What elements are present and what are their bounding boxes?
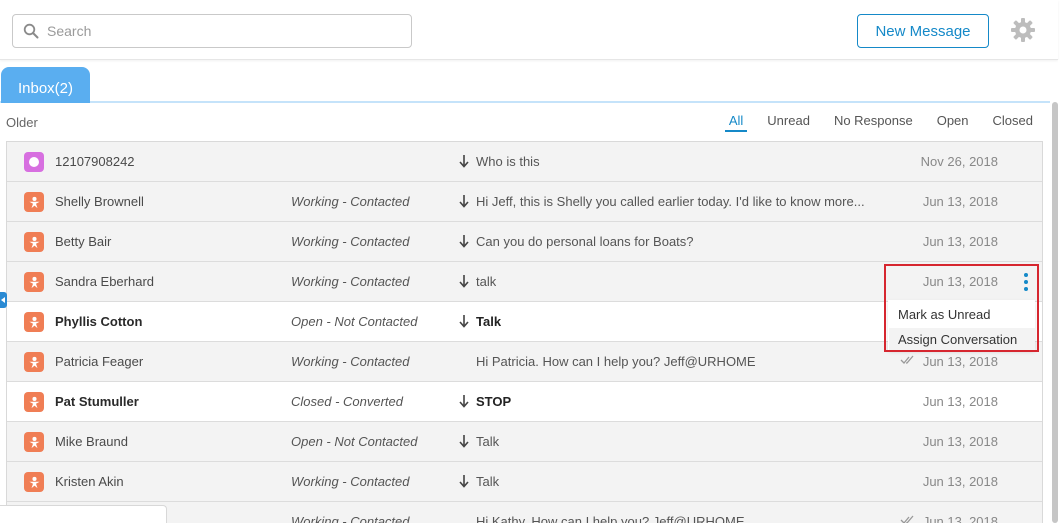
message-preview: Talk: [476, 434, 500, 449]
scrollbar[interactable]: [1052, 102, 1058, 523]
filter-open[interactable]: Open: [925, 112, 981, 132]
incoming-arrow-icon: [458, 394, 470, 408]
lead-icon: [24, 352, 44, 372]
message-preview: STOP: [476, 394, 512, 409]
contact-name: Shelly Brownell: [55, 194, 144, 209]
contact-name: Patricia Feager: [55, 354, 144, 369]
incoming-arrow-icon: [458, 194, 470, 208]
bottom-panel: [0, 505, 167, 523]
lead-icon: [24, 232, 44, 252]
message-date: Jun 13, 2018: [922, 394, 998, 409]
message-preview: Hi Jeff, this is Shelly you called earli…: [476, 194, 865, 209]
lead-status: Working - Contacted: [291, 234, 410, 249]
lead-status: Closed - Converted: [291, 394, 403, 409]
tab-inbox[interactable]: Inbox(2): [1, 67, 90, 103]
message-date: Jun 13, 2018: [922, 514, 998, 523]
contact-name: Kristen Akin: [55, 474, 124, 489]
conversation-row[interactable]: Shelly Brownell Working - Contacted Hi Jef…: [7, 182, 1042, 222]
conversation-row[interactable]: Mike Braund Open - Not Contacted Talk Jun 1…: [7, 422, 1042, 462]
contact-icon: [24, 152, 44, 172]
message-preview: Talk: [476, 474, 500, 489]
lead-status: Open - Not Contacted: [291, 434, 418, 449]
conversation-row[interactable]: Betty Bair Working - Contacted Can you do …: [7, 222, 1042, 262]
contact-name: Mike Braund: [55, 434, 128, 449]
lead-status: Working - Contacted: [291, 354, 410, 369]
filter-unread[interactable]: Unread: [755, 112, 822, 132]
message-preview: Can you do personal loans for Boats?: [476, 234, 694, 249]
conversation-row[interactable]: Pat Stumuller Closed - Converted STOP Jun 1…: [7, 382, 1042, 422]
lead-status: Working - Contacted: [291, 194, 410, 209]
message-date: Jun 13, 2018: [922, 234, 998, 249]
tab-underline: [0, 101, 1050, 103]
read-receipt-icon: [900, 514, 918, 523]
search-icon: [23, 23, 39, 39]
message-preview: talk: [476, 274, 497, 289]
message-preview: Hi Kathy. How can I help you? Jeff@URHOM…: [476, 514, 745, 523]
gear-icon[interactable]: [1009, 16, 1037, 44]
new-message-button[interactable]: New Message: [857, 14, 989, 48]
message-date: Nov 26, 2018: [920, 154, 998, 169]
filter-closed[interactable]: Closed: [981, 112, 1033, 132]
lead-icon: [24, 432, 44, 452]
incoming-arrow-icon: [458, 314, 470, 328]
conversation-row[interactable]: Kristen Akin Working - Contacted Talk Jun 1…: [7, 462, 1042, 502]
contact-name: Phyllis Cotton: [55, 314, 143, 329]
incoming-arrow-icon: [458, 234, 470, 248]
incoming-arrow-icon: [458, 154, 470, 168]
lead-status: Working - Contacted: [291, 514, 410, 523]
lead-status: Working - Contacted: [291, 274, 410, 289]
message-date: Jun 13, 2018: [922, 354, 998, 369]
lead-status: Working - Contacted: [291, 474, 410, 489]
message-preview: Talk: [476, 314, 502, 329]
top-bar: New Message: [0, 0, 1058, 60]
contact-name: 12107908242: [55, 154, 135, 169]
filter-tabs: All Unread No Response Open Closed: [724, 112, 1033, 132]
incoming-arrow-icon: [458, 434, 470, 448]
incoming-arrow-icon: [458, 474, 470, 488]
lead-icon: [24, 472, 44, 492]
contact-name: Betty Bair: [55, 234, 112, 249]
scroll-track: [1058, 60, 1063, 523]
filter-all[interactable]: All: [724, 112, 748, 132]
message-date: Jun 13, 2018: [922, 434, 998, 449]
highlight-box: [884, 264, 1039, 352]
message-preview: Hi Patricia. How can I help you? Jeff@UR…: [476, 354, 756, 369]
section-label: Older: [6, 115, 38, 130]
read-receipt-icon: [900, 354, 918, 366]
conversation-row[interactable]: 12107908242 Who is this Nov 26, 2018: [7, 142, 1042, 182]
collapse-handle[interactable]: [0, 292, 7, 308]
message-date: Jun 13, 2018: [922, 194, 998, 209]
contact-name: Pat Stumuller: [55, 394, 139, 409]
search-input[interactable]: [47, 23, 387, 39]
search-box[interactable]: [12, 14, 412, 48]
lead-icon: [24, 312, 44, 332]
message-preview: Who is this: [476, 154, 540, 169]
message-date: Jun 13, 2018: [922, 474, 998, 489]
filter-no-response[interactable]: No Response: [822, 112, 925, 132]
lead-status: Open - Not Contacted: [291, 314, 418, 329]
contact-name: Sandra Eberhard: [55, 274, 155, 289]
lead-icon: [24, 392, 44, 412]
lead-icon: [24, 272, 44, 292]
lead-icon: [24, 192, 44, 212]
incoming-arrow-icon: [458, 274, 470, 288]
